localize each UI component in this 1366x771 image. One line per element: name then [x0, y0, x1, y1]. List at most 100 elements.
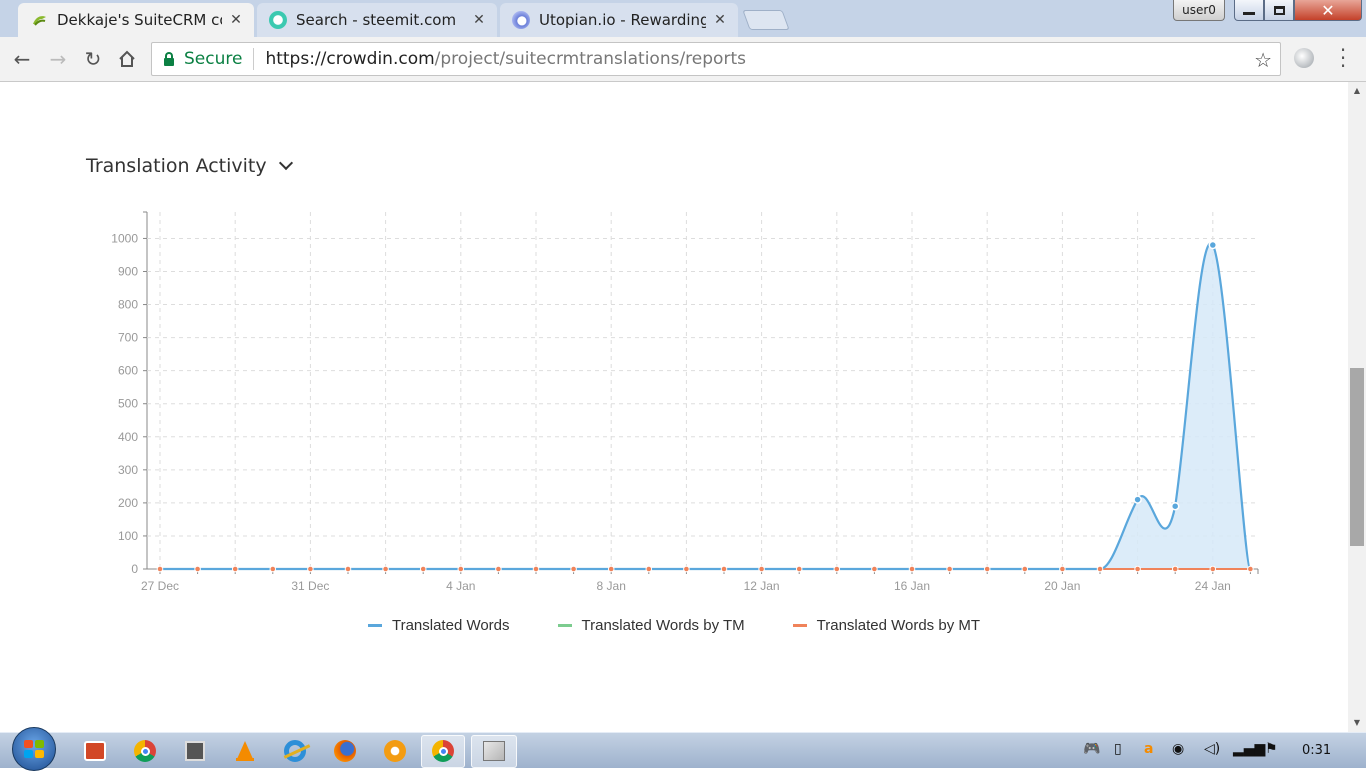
- data-point-mt: [570, 565, 577, 573]
- flag-tray-icon[interactable]: ⚑: [1265, 741, 1278, 757]
- network-globe-tray-icon[interactable]: ◉: [1172, 741, 1184, 757]
- vertical-scrollbar[interactable]: ▲ ▼: [1348, 82, 1366, 732]
- chrome-icon[interactable]: [132, 738, 158, 764]
- page-content: Translation Activity 0 100 200 300 400 500 600…: [0, 82, 1348, 732]
- avast-tray-icon[interactable]: a: [1144, 741, 1153, 757]
- data-point-mt: [1096, 565, 1104, 573]
- legend-swatch: [367, 624, 382, 627]
- minimize-button[interactable]: [1234, 0, 1264, 21]
- data-point-mt: [419, 565, 427, 573]
- close-icon[interactable]: ✕: [228, 12, 244, 28]
- y-tick-label: 600: [118, 364, 138, 378]
- new-tab-button[interactable]: [742, 10, 790, 30]
- series-area-translated-words: [160, 243, 1251, 569]
- media-icon[interactable]: [182, 738, 208, 764]
- data-point-mt: [720, 565, 728, 573]
- back-button[interactable]: ←: [8, 46, 36, 72]
- scrollbar-thumb[interactable]: [1350, 368, 1364, 546]
- tab-label: Dekkaje's SuiteCRM core: [57, 11, 222, 29]
- data-point-translated-words: [1170, 501, 1180, 511]
- powerpoint-icon[interactable]: [82, 738, 108, 764]
- user-badge[interactable]: user0: [1173, 0, 1225, 21]
- menu-icon[interactable]: · · ·: [1336, 40, 1350, 76]
- reload-button[interactable]: ↻: [79, 46, 107, 72]
- close-icon[interactable]: ✕: [471, 12, 487, 28]
- data-point-mt: [1021, 565, 1029, 573]
- close-icon: ✕: [1321, 0, 1335, 20]
- clock[interactable]: 0:31: [1302, 743, 1331, 758]
- x-tick-label: 20 Jan: [1044, 579, 1080, 593]
- browser-toolbar: ← → ↻ Secure https://crowdin.com/project…: [0, 37, 1366, 82]
- ie-icon[interactable]: [282, 738, 311, 764]
- data-point-mt: [833, 565, 841, 573]
- volume-tray-icon[interactable]: ◁): [1204, 741, 1220, 757]
- data-point-mt: [1209, 565, 1217, 573]
- data-point-translated-words: [1133, 495, 1142, 504]
- y-tick-label: 500: [118, 397, 138, 411]
- y-tick-label: 1000: [111, 231, 138, 245]
- y-tick-label: 200: [118, 496, 138, 510]
- data-point-mt: [231, 565, 239, 573]
- reload-icon: ↻: [84, 47, 102, 71]
- tab-steemit[interactable]: Search - steemit.com ✕: [257, 3, 497, 37]
- x-tick-label: 24 Jan: [1195, 579, 1231, 593]
- vlc-icon[interactable]: [232, 738, 258, 764]
- battery-tray-icon[interactable]: ▯: [1114, 741, 1122, 757]
- start-button[interactable]: [12, 727, 56, 771]
- signal-tray-icon[interactable]: ▂▄▆: [1233, 741, 1265, 757]
- y-tick-label: 0: [131, 562, 138, 576]
- y-tick-label: 100: [118, 529, 138, 543]
- discord-tray-icon[interactable]: 🎮: [1083, 741, 1100, 757]
- data-point-mt: [1134, 565, 1141, 573]
- legend-label: Translated Words by TM: [581, 617, 745, 634]
- forward-arrow-icon: →: [49, 47, 67, 71]
- y-tick-label: 300: [118, 463, 138, 477]
- restore-button[interactable]: [1264, 0, 1294, 21]
- settings-icon[interactable]: [382, 738, 408, 764]
- firefox-icon[interactable]: [332, 738, 358, 764]
- tab-utopian[interactable]: Utopian.io - Rewarding O ✕: [500, 3, 738, 37]
- home-button[interactable]: [113, 46, 141, 72]
- close-window-button[interactable]: ✕: [1294, 0, 1362, 21]
- data-point-mt: [307, 565, 314, 573]
- steemit-icon: [269, 11, 287, 29]
- data-point-mt: [382, 565, 389, 573]
- data-point-mt: [908, 565, 916, 573]
- data-point-translated-words: [1208, 240, 1218, 250]
- scroll-up-icon[interactable]: ▲: [1348, 84, 1366, 98]
- address-bar[interactable]: Secure https://crowdin.com/project/suite…: [151, 42, 1281, 76]
- x-tick-label: 12 Jan: [744, 579, 780, 593]
- divider: [253, 48, 255, 70]
- data-point-mt: [871, 565, 878, 573]
- data-point-mt: [683, 565, 690, 573]
- legend-item[interactable]: Translated Words: [367, 617, 510, 634]
- url-host: https://crowdin.com: [265, 49, 435, 69]
- legend-swatch: [557, 624, 572, 627]
- scroll-down-icon[interactable]: ▼: [1348, 716, 1366, 730]
- chrome-active-icon[interactable]: [430, 738, 456, 764]
- paint-icon[interactable]: [481, 738, 507, 764]
- close-icon[interactable]: ✕: [712, 12, 728, 28]
- y-tick-label: 800: [118, 298, 138, 312]
- back-arrow-icon: ←: [13, 47, 31, 71]
- data-point-mt: [495, 565, 502, 573]
- forward-button[interactable]: →: [44, 46, 72, 72]
- x-tick-label: 27 Dec: [141, 579, 179, 593]
- bookmark-star-icon[interactable]: ☆: [1254, 48, 1272, 72]
- url-path: /project/suitecrmtranslations/reports: [434, 49, 746, 69]
- tab-label: Search - steemit.com: [296, 11, 457, 29]
- data-point-mt: [1247, 565, 1254, 573]
- secure-label: Secure: [184, 49, 243, 69]
- x-tick-label: 16 Jan: [894, 579, 930, 593]
- x-tick-label: 4 Jan: [446, 579, 475, 593]
- data-point-mt: [344, 565, 352, 573]
- home-icon: [119, 50, 135, 67]
- extension-icon[interactable]: [1294, 48, 1314, 68]
- x-tick-label: 31 Dec: [291, 579, 329, 593]
- legend-item[interactable]: Translated Words by MT: [792, 617, 980, 634]
- minimize-icon: [1243, 11, 1255, 15]
- data-point-mt: [607, 565, 615, 573]
- data-point-mt: [269, 565, 277, 573]
- legend-item[interactable]: Translated Words by TM: [557, 617, 745, 634]
- tab-suitecrm[interactable]: Dekkaje's SuiteCRM core ✕: [18, 3, 254, 37]
